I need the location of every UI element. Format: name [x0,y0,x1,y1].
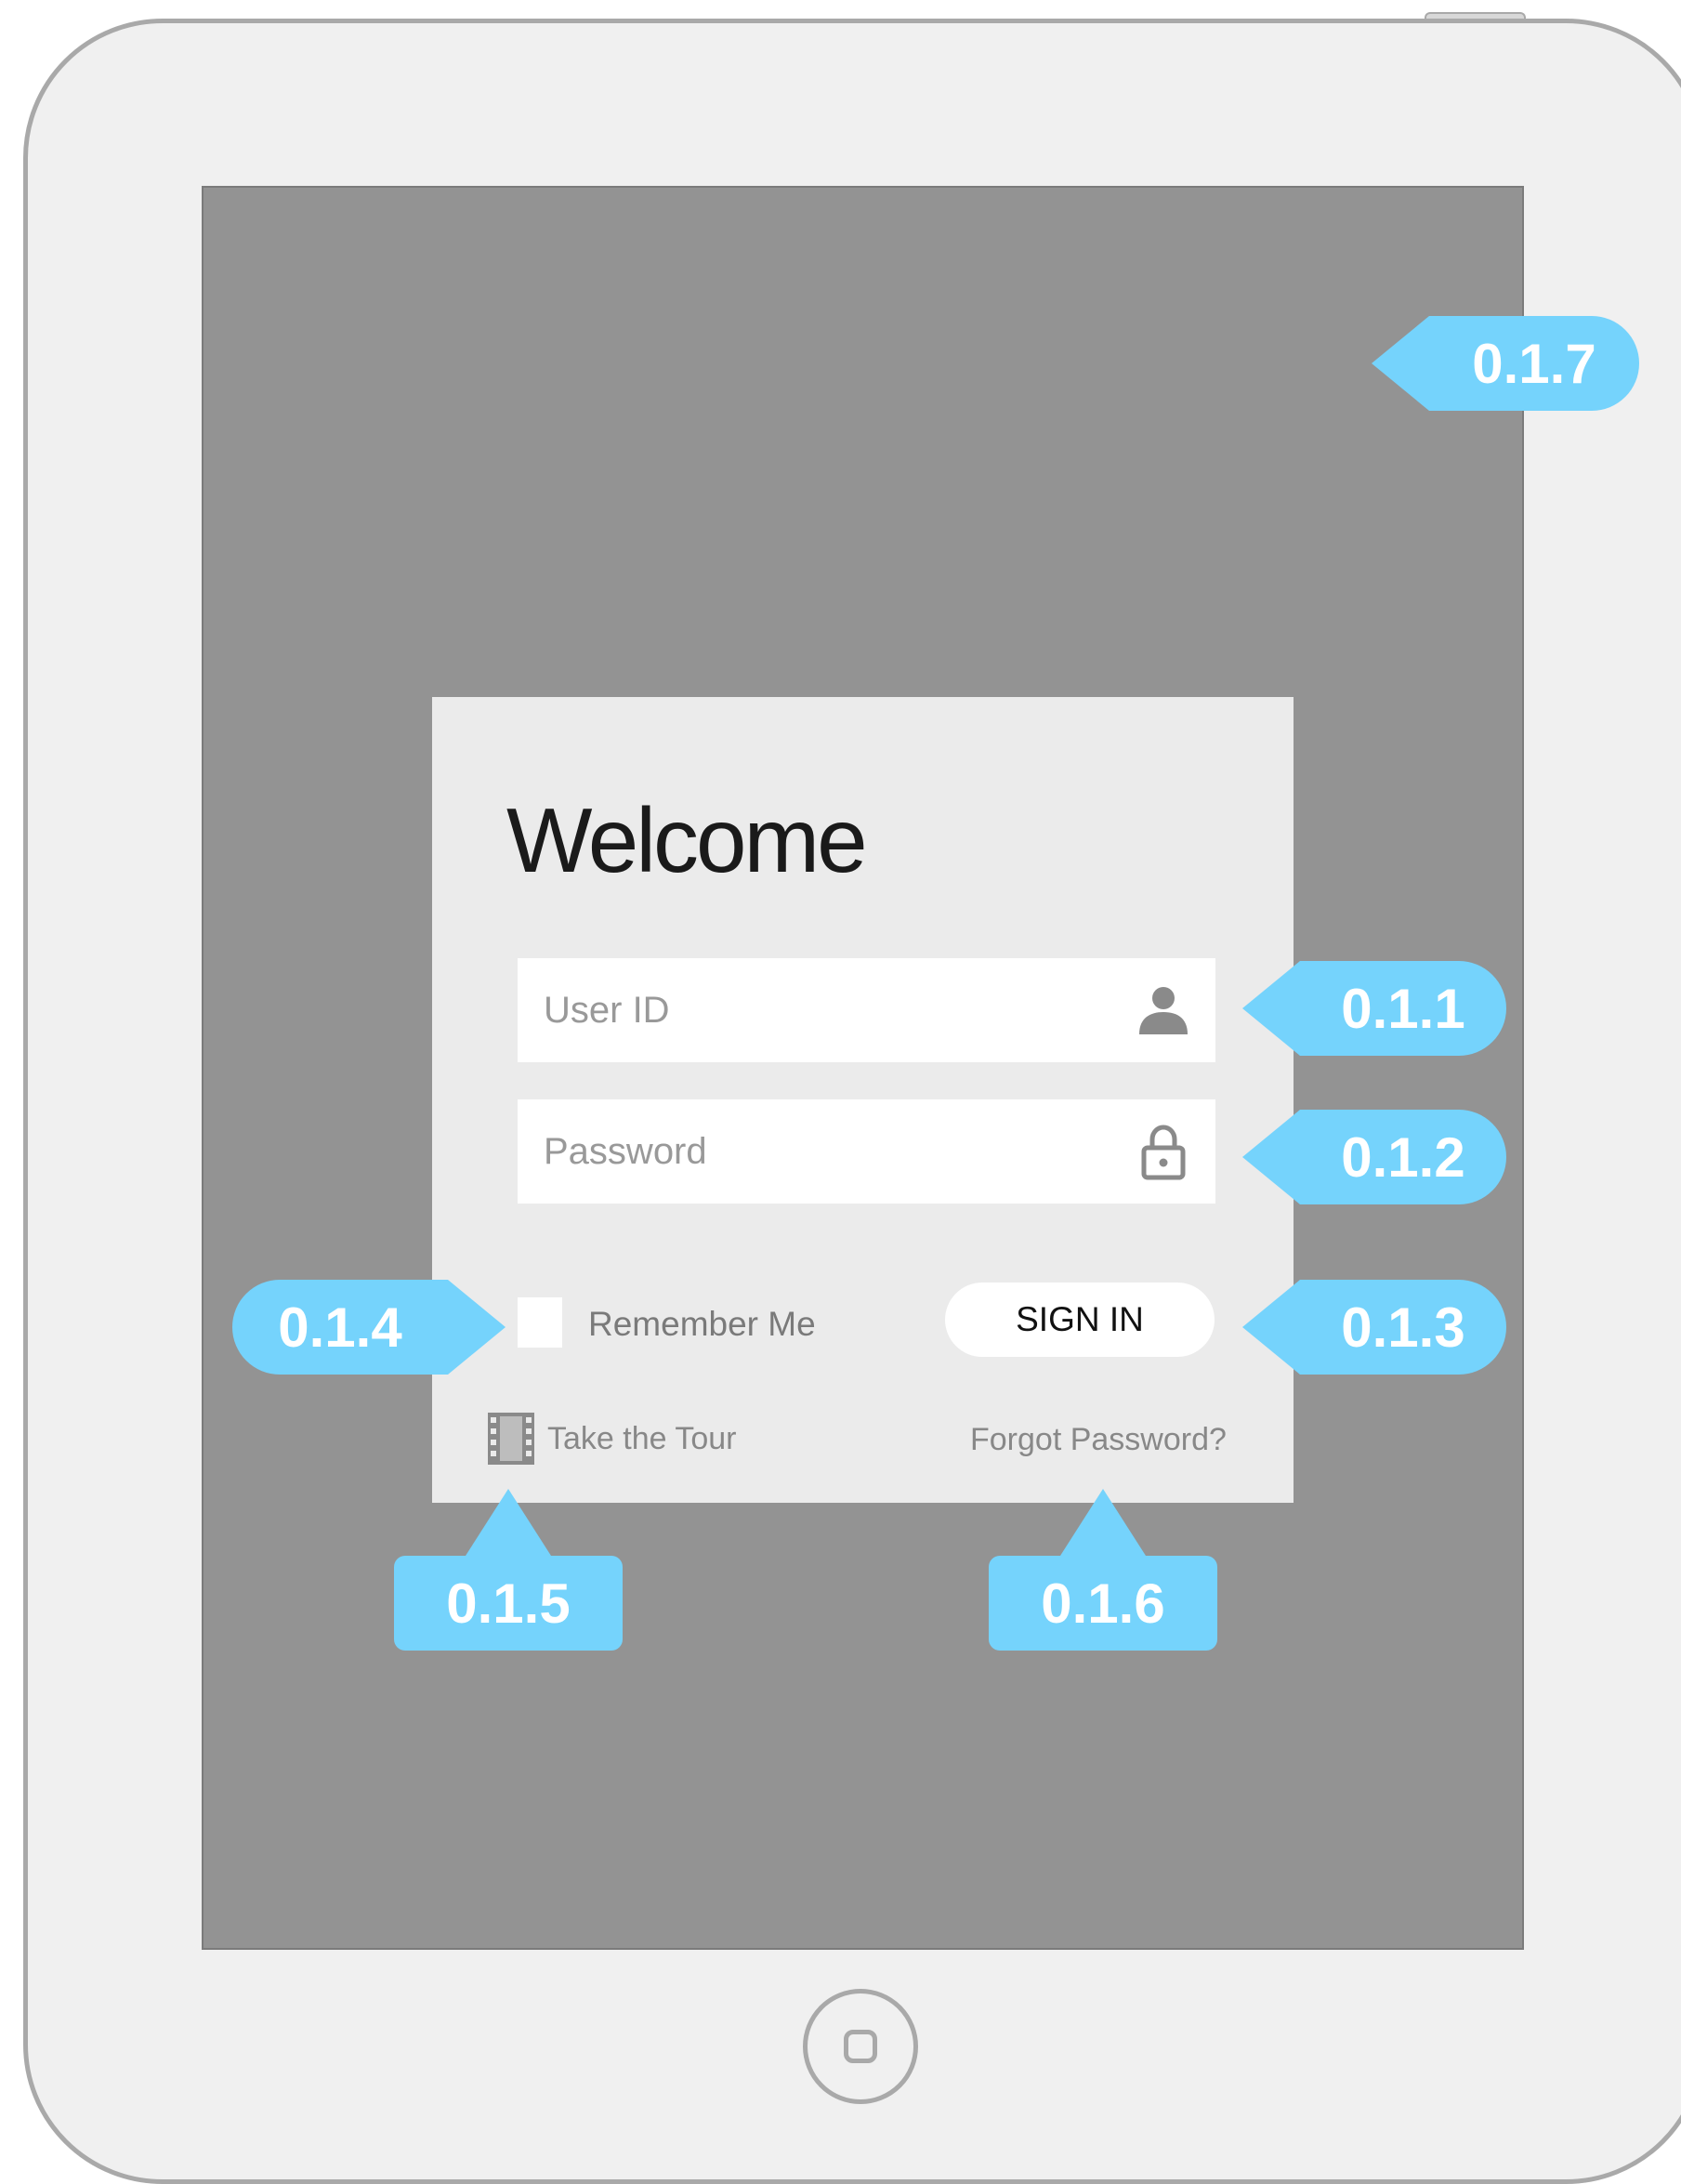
callout-take-tour: 0.1.5 [394,1489,623,1651]
user-id-input[interactable] [544,958,1101,1062]
callout-forgot-password: 0.1.6 [989,1489,1217,1651]
lock-icon [1141,1125,1186,1180]
callout-sign-in: 0.1.3 [1242,1280,1506,1375]
take-tour-label[interactable]: Take the Tour [547,1421,737,1457]
callout-screen: 0.1.7 [1372,316,1639,411]
callout-remember-me: 0.1.4 [232,1280,506,1375]
remember-me-checkbox[interactable] [518,1297,562,1348]
user-icon [1139,987,1188,1034]
sign-in-button[interactable]: SIGN IN [945,1283,1215,1357]
home-button-icon[interactable] [803,1989,918,2104]
remember-me-label[interactable]: Remember Me [588,1305,816,1344]
take-tour-link[interactable]: Take the Tour [488,1413,737,1465]
home-square-icon [844,2030,877,2063]
page-title: Welcome [506,789,868,891]
callout-password: 0.1.2 [1242,1110,1506,1204]
user-id-field[interactable] [518,958,1215,1062]
callout-user-id: 0.1.1 [1242,961,1506,1056]
film-icon [488,1413,534,1465]
forgot-password-link[interactable]: Forgot Password? [970,1422,1227,1458]
password-field[interactable] [518,1099,1215,1204]
password-input[interactable] [544,1099,1101,1204]
